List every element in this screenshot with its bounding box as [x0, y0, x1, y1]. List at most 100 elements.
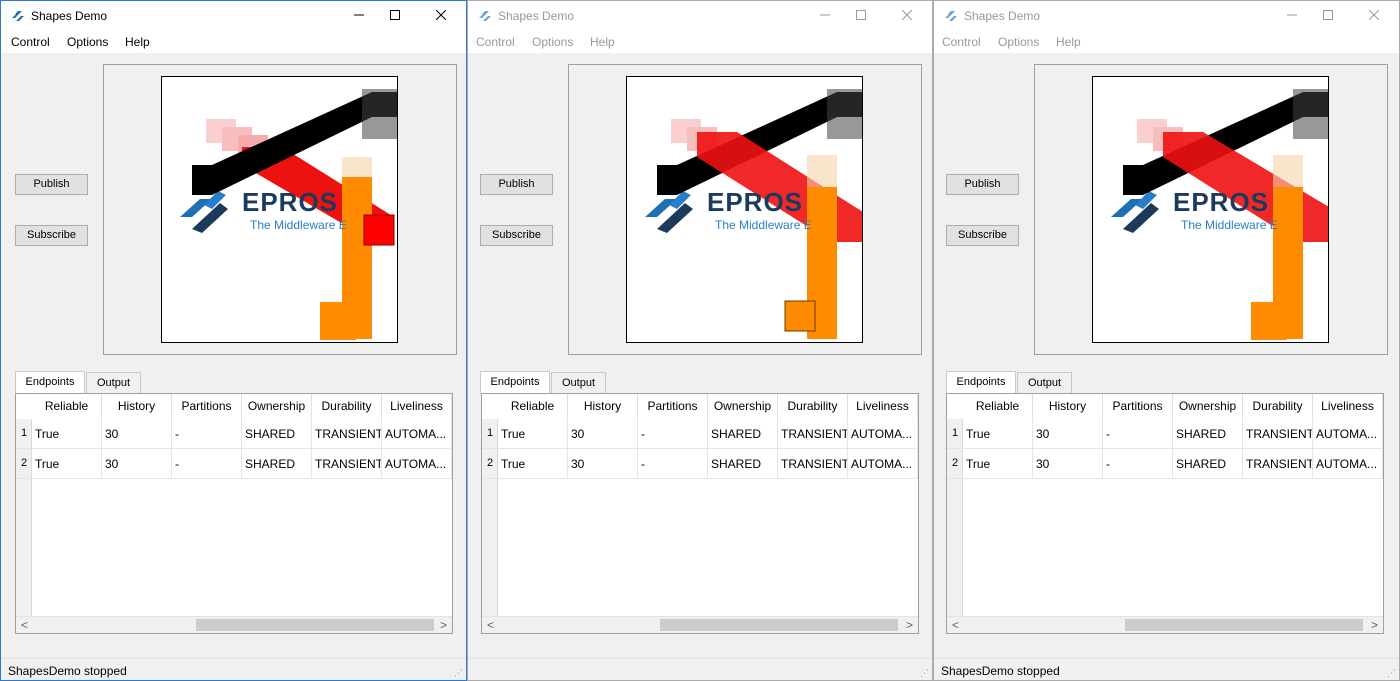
- publish-button[interactable]: Publish: [480, 174, 553, 195]
- close-icon[interactable]: [892, 5, 922, 27]
- resize-grip-icon[interactable]: ⋰: [1387, 668, 1397, 678]
- shapes-demo-window-1[interactable]: Shapes Demo Control Options Help Publish…: [0, 0, 467, 681]
- logo-subtitle: The Middleware E: [715, 218, 812, 232]
- scroll-left-icon[interactable]: <: [16, 617, 33, 633]
- table-row[interactable]: 2 True 30 - SHARED TRANSIENT AUTOMA...: [482, 449, 918, 479]
- tab-output[interactable]: Output: [551, 372, 606, 394]
- scroll-left-icon[interactable]: <: [482, 617, 499, 633]
- endpoints-table: Reliable History Partitions Ownership Du…: [481, 393, 919, 634]
- table-row[interactable]: 1 True 30 - SHARED TRANSIENT AUTOMA...: [16, 419, 452, 449]
- resize-grip-icon[interactable]: ⋰: [920, 668, 930, 678]
- table-cell: True: [963, 449, 1033, 479]
- close-icon[interactable]: [1359, 5, 1389, 27]
- table-cell: AUTOMA...: [1313, 419, 1383, 449]
- resize-grip-icon[interactable]: ⋰: [454, 668, 464, 678]
- subscribe-button[interactable]: Subscribe: [15, 225, 88, 246]
- column-header[interactable]: Partitions: [172, 394, 242, 419]
- horizontal-scrollbar[interactable]: < >: [482, 616, 918, 633]
- column-header[interactable]: Reliable: [32, 394, 102, 419]
- scroll-right-icon[interactable]: >: [435, 617, 452, 633]
- maximize-icon[interactable]: [380, 5, 410, 27]
- column-header[interactable]: Durability: [778, 394, 848, 419]
- column-header[interactable]: Liveliness: [382, 394, 452, 419]
- column-header[interactable]: Durability: [1243, 394, 1313, 419]
- tab-endpoints[interactable]: Endpoints: [480, 371, 550, 394]
- menu-control[interactable]: Control: [942, 35, 981, 49]
- table-row[interactable]: 1 True 30 - SHARED TRANSIENT AUTOMA...: [482, 419, 918, 449]
- column-header[interactable]: History: [1033, 394, 1103, 419]
- row-number: 2: [20, 457, 28, 469]
- shapes-demo-window-3[interactable]: Shapes Demo Control Options Help Publish…: [933, 0, 1400, 681]
- horizontal-scrollbar[interactable]: < >: [947, 616, 1383, 633]
- menu-help[interactable]: Help: [590, 35, 615, 49]
- shapes-demo-window-2[interactable]: Shapes Demo Control Options Help Publish…: [467, 0, 933, 681]
- scroll-thumb[interactable]: [1125, 619, 1363, 631]
- status-bar: ⋰: [468, 658, 932, 680]
- minimize-icon[interactable]: [1277, 5, 1307, 27]
- menu-bar: Control Options Help: [934, 31, 1399, 53]
- table-cell: SHARED: [242, 449, 312, 479]
- scroll-thumb[interactable]: [196, 619, 434, 631]
- shapes-canvas[interactable]: EPROS The Middleware E: [1092, 76, 1329, 343]
- logo-subtitle: The Middleware E: [250, 218, 347, 232]
- column-header[interactable]: Ownership: [242, 394, 312, 419]
- scroll-right-icon[interactable]: >: [1366, 617, 1383, 633]
- table-cell: TRANSIENT: [778, 449, 848, 479]
- shapes-canvas[interactable]: EPROS The Middleware E: [626, 76, 863, 343]
- menu-options[interactable]: Options: [998, 35, 1039, 49]
- orange-square-shape: [784, 300, 816, 332]
- scroll-left-icon[interactable]: <: [947, 617, 964, 633]
- publish-button[interactable]: Publish: [15, 174, 88, 195]
- subscribe-button[interactable]: Subscribe: [480, 225, 553, 246]
- endpoints-table: Reliable History Partitions Ownership Du…: [946, 393, 1384, 634]
- menu-help[interactable]: Help: [1056, 35, 1081, 49]
- row-number: 1: [486, 427, 494, 439]
- table-cell: TRANSIENT: [312, 419, 382, 449]
- column-header[interactable]: Liveliness: [848, 394, 918, 419]
- menu-control[interactable]: Control: [11, 35, 50, 49]
- column-header[interactable]: Partitions: [638, 394, 708, 419]
- table-row[interactable]: 1 True 30 - SHARED TRANSIENT AUTOMA...: [947, 419, 1383, 449]
- column-header[interactable]: History: [102, 394, 172, 419]
- table-cell: True: [498, 449, 568, 479]
- scroll-right-icon[interactable]: >: [901, 617, 918, 633]
- status-bar: ShapesDemo stopped ⋰: [1, 658, 466, 680]
- table-cell: 30: [568, 449, 638, 479]
- column-header[interactable]: Liveliness: [1313, 394, 1383, 419]
- table-cell: AUTOMA...: [382, 449, 452, 479]
- maximize-icon[interactable]: [1313, 5, 1343, 27]
- publish-button[interactable]: Publish: [946, 174, 1019, 195]
- column-header[interactable]: Partitions: [1103, 394, 1173, 419]
- minimize-icon[interactable]: [344, 5, 374, 27]
- menu-control[interactable]: Control: [476, 35, 515, 49]
- menu-options[interactable]: Options: [67, 35, 108, 49]
- logo-subtitle: The Middleware E: [1181, 218, 1278, 232]
- scroll-thumb[interactable]: [660, 619, 898, 631]
- menu-options[interactable]: Options: [532, 35, 573, 49]
- tab-endpoints[interactable]: Endpoints: [946, 371, 1016, 394]
- table-cell: -: [1103, 419, 1173, 449]
- tab-endpoints[interactable]: Endpoints: [15, 371, 85, 394]
- table-cell: 30: [102, 449, 172, 479]
- close-icon[interactable]: [426, 5, 456, 27]
- column-header[interactable]: Ownership: [1173, 394, 1243, 419]
- subscribe-button[interactable]: Subscribe: [946, 225, 1019, 246]
- column-header[interactable]: History: [568, 394, 638, 419]
- column-header[interactable]: Ownership: [708, 394, 778, 419]
- shapes-canvas[interactable]: EPROS The Middleware E: [161, 76, 398, 343]
- horizontal-scrollbar[interactable]: < >: [16, 616, 452, 633]
- table-cell: SHARED: [1173, 419, 1243, 449]
- menu-help[interactable]: Help: [125, 35, 150, 49]
- column-header[interactable]: Durability: [312, 394, 382, 419]
- title-bar[interactable]: Shapes Demo: [934, 1, 1399, 31]
- maximize-icon[interactable]: [846, 5, 876, 27]
- table-row[interactable]: 2 True 30 - SHARED TRANSIENT AUTOMA...: [947, 449, 1383, 479]
- title-bar[interactable]: Shapes Demo: [468, 1, 932, 31]
- minimize-icon[interactable]: [810, 5, 840, 27]
- column-header[interactable]: Reliable: [498, 394, 568, 419]
- title-bar[interactable]: Shapes Demo: [1, 1, 466, 31]
- table-row[interactable]: 2 True 30 - SHARED TRANSIENT AUTOMA...: [16, 449, 452, 479]
- tab-output[interactable]: Output: [86, 372, 141, 394]
- column-header[interactable]: Reliable: [963, 394, 1033, 419]
- tab-output[interactable]: Output: [1017, 372, 1072, 394]
